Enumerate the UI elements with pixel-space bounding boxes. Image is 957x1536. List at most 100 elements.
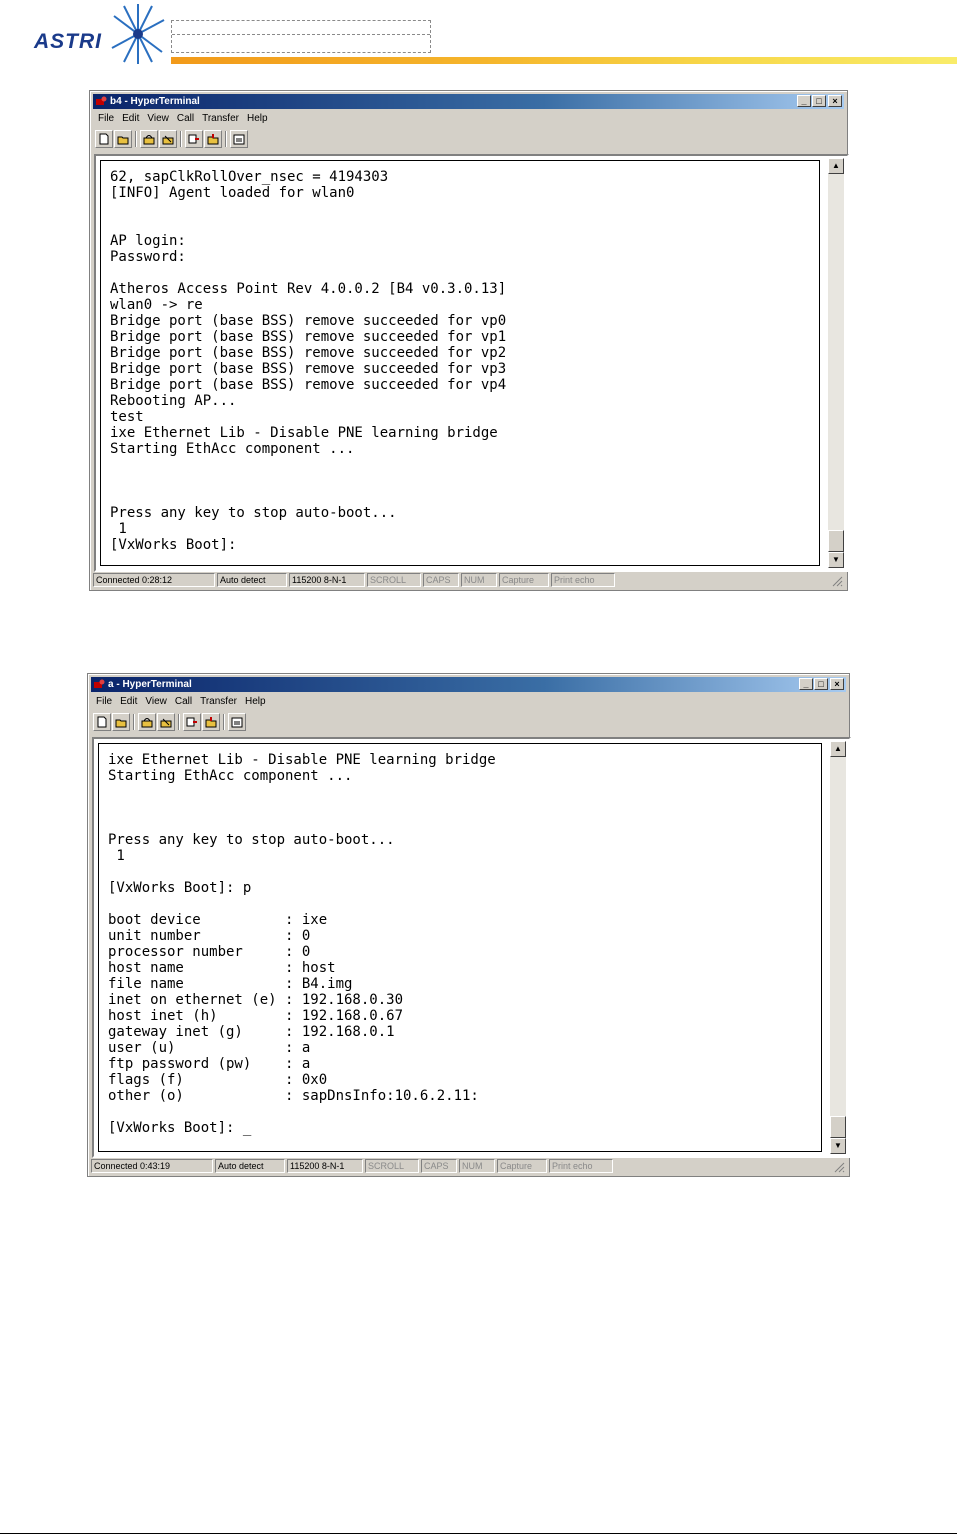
title-bar[interactable]: b4 - HyperTerminal _ □ × [93,94,844,109]
disconnect-icon[interactable] [159,130,177,148]
terminal-line: [VxWorks Boot]: _ [108,1120,252,1136]
new-icon[interactable] [93,713,111,731]
astri-logo: ASTRI [34,2,170,66]
connect-icon[interactable] [138,713,156,731]
terminal-line: Press any key to stop auto-boot... [110,505,397,521]
terminal-line: user (u) : a [108,1040,311,1056]
menu-help[interactable]: Help [245,694,266,709]
terminal-screen[interactable]: 62, sapClkRollOver_nsec = 4194303 [INFO] … [100,160,820,566]
hyperterminal-window-b4: b4 - HyperTerminal _ □ × File Edit View Call T… [89,90,849,591]
terminal-line: Bridge port (base BSS) remove succeeded … [110,313,507,329]
status-bar: Connected 0:43:19 Auto detect 115200 8-N… [91,1158,846,1174]
menu-view[interactable]: View [145,694,167,709]
resize-grip-icon[interactable] [831,575,843,587]
status-scroll: SCROLL [367,573,421,587]
status-num: NUM [461,573,497,587]
scroll-down-button[interactable]: ▼ [830,1138,846,1154]
menu-call[interactable]: Call [175,694,192,709]
terminal-line: ixe Ethernet Lib - Disable PNE learning … [108,752,496,768]
terminal-frame: ixe Ethernet Lib - Disable PNE learning … [92,737,851,1158]
scroll-thumb[interactable] [830,1116,846,1138]
terminal-line: ftp password (pw) : a [108,1056,311,1072]
terminal-line: Starting EthAcc component ... [110,441,355,457]
menu-edit[interactable]: Edit [122,111,139,126]
close-button[interactable]: × [830,678,844,690]
terminal-screen[interactable]: ixe Ethernet Lib - Disable PNE learning … [98,743,822,1152]
close-button[interactable]: × [828,95,842,107]
page-bottom-rule [0,1533,957,1534]
document-header: ASTRI [0,0,957,80]
open-icon[interactable] [112,713,130,731]
menu-file[interactable]: File [98,111,114,126]
receive-icon[interactable] [204,130,222,148]
logo-text: ASTRI [34,30,102,53]
maximize-button[interactable]: □ [812,95,826,107]
status-capture: Capture [497,1159,547,1173]
menu-help[interactable]: Help [247,111,268,126]
title-bar[interactable]: a - HyperTerminal _ □ × [91,677,846,692]
disconnect-icon[interactable] [157,713,175,731]
terminal-line: [VxWorks Boot]: p [108,880,252,896]
terminal-line: 1 [108,848,125,864]
terminal-line: 1 [110,521,127,537]
menu-edit[interactable]: Edit [120,694,137,709]
menu-bar: File Edit View Call Transfer Help [94,111,272,126]
send-icon[interactable] [185,130,203,148]
status-capture: Capture [499,573,549,587]
menu-transfer[interactable]: Transfer [202,111,239,126]
terminal-line: host name : host [108,960,336,976]
menu-bar: File Edit View Call Transfer Help [92,694,270,709]
terminal-line: Bridge port (base BSS) remove succeeded … [110,329,507,345]
resize-grip-icon[interactable] [833,1161,845,1173]
terminal-line: processor number : 0 [108,944,311,960]
menu-view[interactable]: View [147,111,169,126]
send-icon[interactable] [183,713,201,731]
terminal-line: [VxWorks Boot]: [110,537,237,553]
status-auto-detect: Auto detect [217,573,287,587]
scroll-thumb[interactable] [828,530,844,552]
status-connected: Connected 0:28:12 [93,573,215,587]
terminal-line: Bridge port (base BSS) remove succeeded … [110,377,507,393]
status-caps: CAPS [423,573,459,587]
status-baud: 115200 8-N-1 [289,573,365,587]
terminal-line: Starting EthAcc component ... [108,768,353,784]
maximize-button[interactable]: □ [814,678,828,690]
terminal-line: gateway inet (g) : 192.168.0.1 [108,1024,395,1040]
terminal-line: inet on ethernet (e) : 192.168.0.30 [108,992,404,1008]
menu-file[interactable]: File [96,694,112,709]
open-icon[interactable] [114,130,132,148]
terminal-line: Bridge port (base BSS) remove succeeded … [110,345,507,361]
scroll-up-button[interactable]: ▲ [830,741,846,757]
terminal-line: Press any key to stop auto-boot... [108,832,395,848]
minimize-button[interactable]: _ [799,678,813,690]
minimize-button[interactable]: _ [797,95,811,107]
terminal-line: file name : B4.img [108,976,353,992]
menu-call[interactable]: Call [177,111,194,126]
connect-icon[interactable] [140,130,158,148]
terminal-line: AP login: [110,233,186,249]
properties-icon[interactable] [230,130,248,148]
status-bar: Connected 0:28:12 Auto detect 115200 8-N… [93,572,844,588]
new-icon[interactable] [95,130,113,148]
status-caps: CAPS [421,1159,457,1173]
receive-icon[interactable] [202,713,220,731]
terminal-line: [INFO] Agent loaded for wlan0 [110,185,355,201]
vertical-scrollbar[interactable]: ▲ ▼ [830,741,846,1154]
terminal-line: Bridge port (base BSS) remove succeeded … [110,361,507,377]
status-print-echo: Print echo [551,573,615,587]
status-num: NUM [459,1159,495,1173]
menu-transfer[interactable]: Transfer [200,694,237,709]
properties-icon[interactable] [228,713,246,731]
terminal-line: 62, sapClkRollOver_nsec = 4194303 [110,169,389,185]
hyperterminal-window-a: a - HyperTerminal _ □ × File Edit View Call Tr… [87,673,851,1177]
scroll-down-button[interactable]: ▼ [828,552,844,568]
vertical-scrollbar[interactable]: ▲ ▼ [828,158,844,568]
terminal-line: unit number : 0 [108,928,311,944]
status-print-echo: Print echo [549,1159,613,1173]
terminal-line: host inet (h) : 192.168.0.67 [108,1008,404,1024]
scroll-up-button[interactable]: ▲ [828,158,844,174]
terminal-line: Atheros Access Point Rev 4.0.0.2 [B4 v0.… [110,281,507,297]
header-gradient-bar [171,57,957,64]
terminal-frame: 62, sapClkRollOver_nsec = 4194303 [INFO] … [94,154,849,572]
status-scroll: SCROLL [365,1159,419,1173]
